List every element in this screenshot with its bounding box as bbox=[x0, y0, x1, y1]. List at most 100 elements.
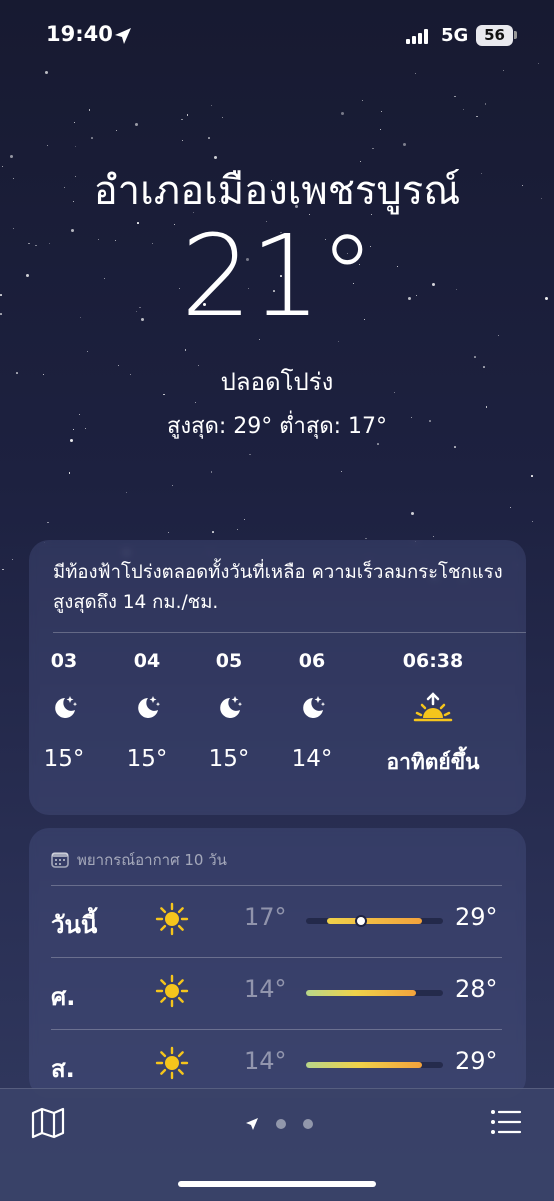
low-temperature: 14° bbox=[244, 975, 287, 1003]
hourly-item[interactable]: 03 15° bbox=[24, 650, 104, 772]
high-temperature: 28° bbox=[455, 975, 498, 1003]
star bbox=[509, 507, 511, 509]
divider bbox=[53, 632, 526, 633]
battery-level: 56 bbox=[484, 26, 505, 44]
star bbox=[171, 484, 174, 487]
star bbox=[68, 472, 71, 474]
star bbox=[531, 520, 534, 523]
star bbox=[502, 70, 504, 71]
cellular-signal-icon bbox=[406, 28, 432, 44]
day-label: วันนี้ bbox=[51, 911, 98, 939]
sunrise-icon bbox=[363, 692, 503, 732]
star bbox=[115, 129, 118, 132]
sunrise-label: อาทิตย์ขึ้น bbox=[386, 750, 480, 774]
temperature-range-bar bbox=[306, 990, 443, 996]
star bbox=[476, 115, 478, 118]
star bbox=[531, 475, 533, 477]
hour-temperature: 15° bbox=[126, 746, 168, 772]
star bbox=[212, 531, 214, 533]
star bbox=[484, 103, 487, 105]
star bbox=[88, 109, 91, 111]
hourly-item[interactable]: 04 15° bbox=[107, 650, 187, 772]
sun-icon bbox=[155, 1046, 189, 1080]
star bbox=[454, 446, 456, 448]
high-temperature: 29° bbox=[455, 903, 498, 931]
star bbox=[181, 139, 183, 141]
map-icon[interactable] bbox=[30, 1107, 66, 1139]
star bbox=[195, 402, 197, 404]
star bbox=[340, 111, 344, 115]
star bbox=[91, 137, 93, 139]
high-temperature: 29° bbox=[455, 1047, 498, 1075]
ten-day-forecast-card[interactable]: พยากรณ์อากาศ 10 วัน วันนี้ 17° 29° ศ. 14… bbox=[29, 828, 526, 1098]
star bbox=[249, 453, 251, 456]
page-indicator[interactable] bbox=[245, 1113, 314, 1132]
star bbox=[462, 108, 465, 111]
moon-stars-icon bbox=[24, 692, 104, 732]
hour-label: 04 bbox=[133, 650, 161, 672]
star bbox=[184, 349, 187, 351]
current-temperature-marker bbox=[356, 917, 365, 925]
star bbox=[73, 122, 75, 124]
clock: 19:40 bbox=[46, 22, 113, 46]
star bbox=[361, 99, 363, 101]
ten-day-title: พยากรณ์อากาศ 10 วัน bbox=[77, 851, 227, 869]
star bbox=[211, 105, 213, 107]
current-location-page-icon bbox=[246, 1117, 258, 1130]
star bbox=[167, 531, 169, 533]
star bbox=[126, 491, 128, 493]
page-dot bbox=[276, 1118, 287, 1129]
sun-icon bbox=[155, 902, 189, 936]
star bbox=[210, 471, 213, 473]
moon-stars-icon bbox=[272, 692, 352, 732]
moon-stars-icon bbox=[107, 692, 187, 732]
page-dot bbox=[303, 1118, 314, 1129]
hourly-forecast-card[interactable]: มีท้องฟ้าโปร่งตลอดทั้งวันที่เหลือ ความเร… bbox=[29, 540, 526, 815]
hour-label: 06 bbox=[298, 650, 326, 672]
star bbox=[186, 114, 189, 116]
current-condition: ปลอดโปร่ง bbox=[220, 368, 334, 396]
star bbox=[433, 535, 435, 537]
low-temperature: 17° bbox=[244, 903, 287, 931]
star bbox=[44, 70, 48, 74]
hour-temperature: 15° bbox=[43, 746, 85, 772]
temperature-range-bar bbox=[306, 1062, 443, 1068]
hour-label: 05 bbox=[215, 650, 243, 672]
star bbox=[244, 518, 246, 520]
hourly-item-sunrise[interactable]: 06:38 อาทิตย์ขึ้น bbox=[363, 650, 503, 779]
sun-icon bbox=[155, 974, 189, 1008]
star bbox=[372, 147, 374, 150]
star bbox=[11, 558, 14, 561]
forecast-row-friday[interactable]: ศ. 14° 28° bbox=[29, 957, 526, 1029]
hour-temperature: 14° bbox=[291, 746, 333, 772]
star bbox=[380, 129, 382, 131]
hourly-item[interactable]: 05 15° bbox=[189, 650, 269, 772]
star bbox=[2, 568, 4, 571]
forecast-row-today[interactable]: วันนี้ 17° 29° bbox=[29, 885, 526, 957]
star bbox=[377, 443, 379, 445]
hourly-item[interactable]: 06 14° bbox=[272, 650, 352, 772]
star bbox=[221, 116, 224, 119]
day-label: ส. bbox=[51, 1055, 75, 1083]
calendar-icon bbox=[51, 852, 69, 868]
sunrise-time: 06:38 bbox=[402, 650, 464, 672]
high-low-temperature: สูงสุด: 29° ต่ำสุด: 17° bbox=[166, 414, 388, 439]
temperature-range-fill bbox=[306, 1062, 423, 1068]
ten-day-header: พยากรณ์อากาศ 10 วัน bbox=[51, 848, 227, 872]
low-temperature: 14° bbox=[244, 1047, 287, 1075]
star bbox=[403, 143, 407, 147]
star bbox=[454, 95, 456, 98]
star bbox=[46, 144, 48, 146]
day-label: ศ. bbox=[51, 983, 76, 1011]
star bbox=[208, 137, 210, 139]
temperature-range-bar bbox=[306, 917, 443, 925]
list-icon[interactable] bbox=[490, 1109, 522, 1135]
temperature-range-fill bbox=[326, 918, 423, 924]
star bbox=[75, 145, 77, 147]
star bbox=[410, 511, 414, 515]
moon-stars-icon bbox=[189, 692, 269, 732]
star bbox=[340, 470, 342, 472]
current-temperature: 21° bbox=[180, 212, 376, 342]
hour-label: 03 bbox=[50, 650, 78, 672]
star bbox=[538, 62, 540, 64]
